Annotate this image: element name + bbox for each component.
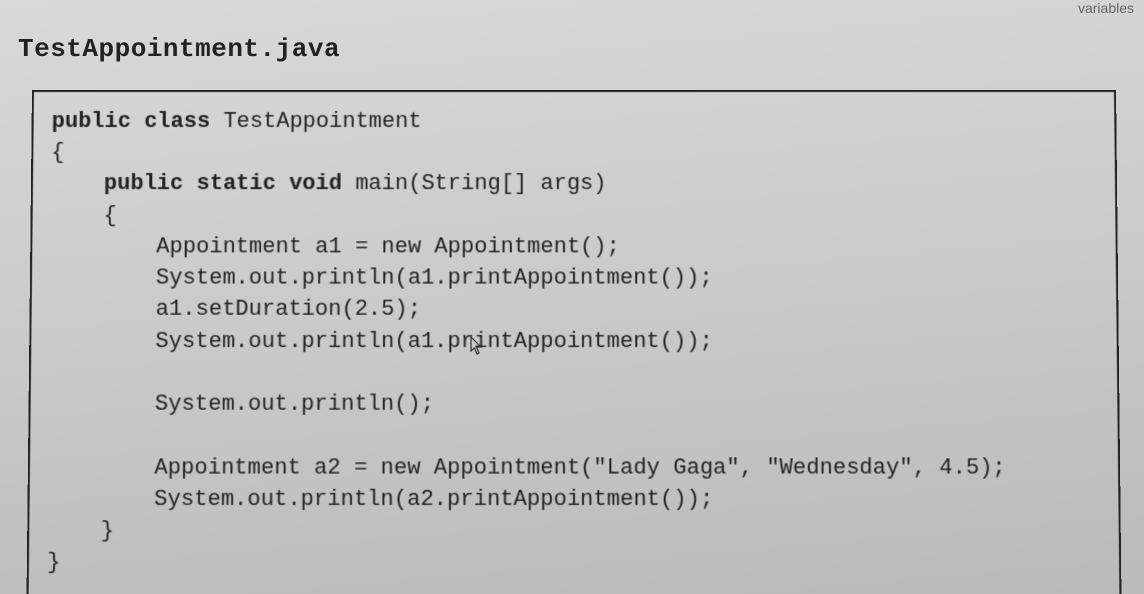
brace-close-main: } [47,518,114,543]
brace-open-main: { [51,203,117,228]
code-line: System.out.println(); [49,392,434,417]
code-line: Appointment a1 = new Appointment(); [50,234,620,259]
code-listing: public class TestAppointment { public st… [47,106,1101,579]
corner-label: variables [1078,0,1134,16]
brace-open-class: { [51,140,64,165]
file-name-heading: TestAppointment.java [18,34,340,64]
keyword-public-static-void: public static void [51,172,342,197]
brace-close-class: } [47,550,61,575]
keyword-public-class: public class [52,109,211,134]
code-line: Appointment a2 = new Appointment("Lady G… [48,455,1006,480]
code-line: a1.setDuration(2.5); [50,297,421,322]
code-listing-frame: public class TestAppointment { public st… [26,90,1121,594]
code-line: System.out.println(a2.printAppointment()… [48,487,714,512]
code-line: System.out.println(a1.printAppointment()… [50,266,713,291]
main-signature: main(String[] args) [342,172,607,197]
code-line: System.out.println(a1.printAppointment()… [49,329,713,354]
class-name: TestAppointment [210,109,421,134]
